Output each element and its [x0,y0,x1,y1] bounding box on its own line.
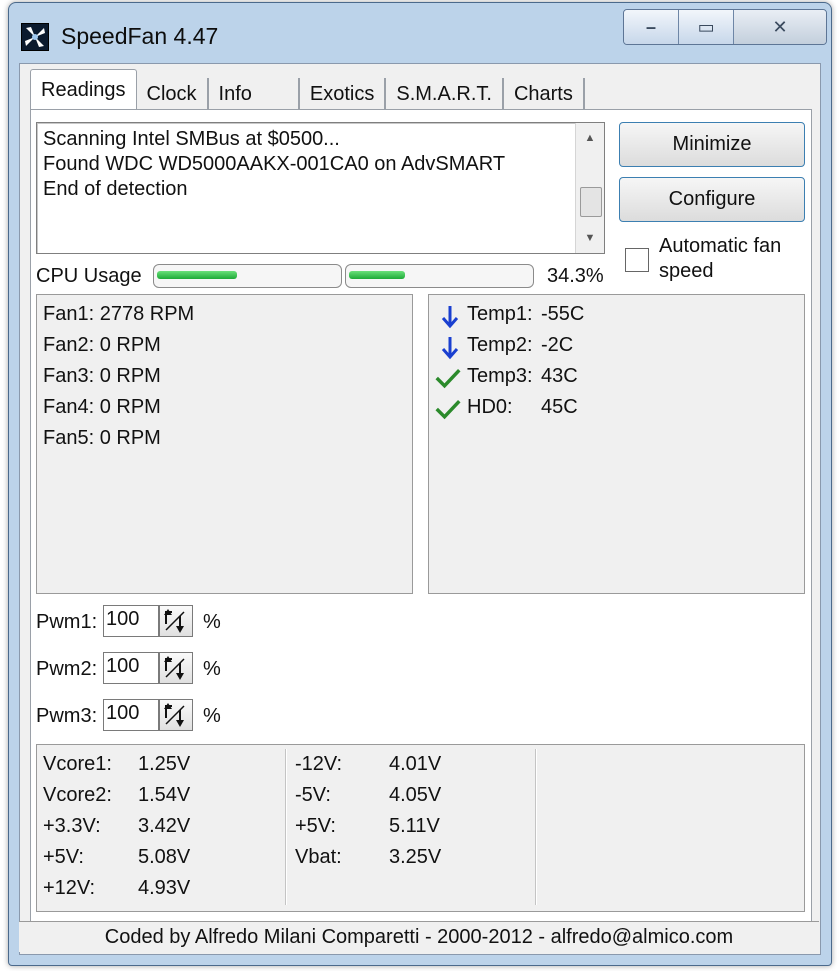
title-bar[interactable]: SpeedFan 4.47 – ▭ ✕ [9,3,831,63]
tab-readings[interactable]: Readings [30,69,137,110]
voltage-value: 4.93V [138,877,191,899]
temp-value: 45C [541,396,578,418]
temp-label: HD0: [467,396,513,418]
minimize-window-button[interactable]: – [624,10,680,44]
temp-value: -2C [541,334,574,356]
tab-exotics[interactable]: Exotics [300,78,387,110]
log-line: End of detection [43,178,188,200]
status-bar: Coded by Alfredo Milani Comparetti - 200… [19,921,819,952]
temp-label: Temp1: [467,303,533,325]
voltage-value: 4.05V [389,784,442,806]
scroll-down-icon[interactable]: ▼ [576,227,604,249]
log-lines: Scanning Intel SMBus at $0500... Found W… [43,127,505,202]
maximize-icon: ▭ [697,16,715,37]
voltage-name: Vcore1: [43,753,112,775]
scroll-up-icon[interactable]: ▲ [576,127,604,149]
speedfan-app-icon [21,23,49,51]
voltage-value: 4.01V [389,753,442,775]
voltage-name: +5V: [295,815,336,837]
arrow-down-icon [441,337,459,360]
pwm3-label: Pwm3: [36,705,98,727]
spin-arrows-icon [164,656,185,680]
window-title: SpeedFan 4.47 [61,23,219,49]
voltage-value: 3.42V [138,815,191,837]
voltage-value: 5.08V [138,846,191,868]
close-window-button[interactable]: ✕ [734,10,826,44]
fan-reading: Fan3: 0 RPM [43,365,161,387]
voltage-name: -5V: [295,784,331,806]
minimize-button[interactable]: Minimize [619,122,805,167]
cpu-core-bar [153,264,342,288]
cpu-core-bar-fill [157,271,237,279]
pwm1-label: Pwm1: [36,611,98,633]
voltage-value: 5.11V [389,815,440,837]
fans-group: Fan1: 2778 RPM Fan2: 0 RPM Fan3: 0 RPM F… [36,294,413,594]
pwm3-spinner[interactable] [159,699,193,731]
voltage-column-divider [535,749,537,905]
automatic-fan-speed-label-line1: Automatic fan [659,235,782,257]
pwm2-spinner[interactable] [159,652,193,684]
automatic-fan-speed-checkbox[interactable] [625,248,649,272]
pwm3-input[interactable]: 100 [103,699,159,731]
arrow-down-icon [441,306,459,329]
fan-reading: Fan2: 0 RPM [43,334,161,356]
voltage-name: +5V: [43,846,84,868]
log-line: Scanning Intel SMBus at $0500... [43,128,340,150]
pwm1-unit: % [203,611,221,633]
temp-label: Temp2: [467,334,533,356]
voltage-name: Vcore2: [43,784,112,806]
voltage-column-divider [285,749,287,905]
pwm2-unit: % [203,658,221,680]
cpu-core-bar-fill [349,271,405,279]
fan-reading: Fan4: 0 RPM [43,396,161,418]
detection-log[interactable]: Scanning Intel SMBus at $0500... Found W… [36,122,605,254]
voltage-value: 1.54V [138,784,191,806]
configure-button[interactable]: Configure [619,177,805,222]
pwm2-input[interactable]: 100 [103,652,159,684]
voltage-name: +12V: [43,877,96,899]
automatic-fan-speed-label-line2: speed [659,260,714,282]
tab-charts[interactable]: Charts [504,78,585,110]
scroll-thumb[interactable] [580,187,602,217]
voltage-name: -12V: [295,753,343,775]
temp-value: 43C [541,365,578,387]
caption-buttons: – ▭ ✕ [623,9,827,45]
tab-strip: Readings Clock Info Exotics S.M.A.R.T. C… [30,69,585,110]
temp-value: -55C [541,303,585,325]
voltages-group: Vcore1: 1.25V Vcore2: 1.54V +3.3V: 3.42V… [36,744,805,912]
cpu-core-bar [345,264,534,288]
close-icon: ✕ [772,16,788,37]
spin-arrows-icon [164,609,185,633]
client-area: Readings Clock Info Exotics S.M.A.R.T. C… [19,63,821,955]
maximize-window-button[interactable]: ▭ [679,10,735,44]
automatic-fan-speed-label: Automatic fan speed [659,234,781,284]
pwm2-label: Pwm2: [36,658,98,680]
voltage-value: 3.25V [389,846,442,868]
pwm1-input[interactable]: 100 [103,605,159,637]
pwm1-spinner[interactable] [159,605,193,637]
fan-reading: Fan1: 2778 RPM [43,303,195,325]
temp-label: Temp3: [467,365,533,387]
pwm3-unit: % [203,705,221,727]
tab-smart[interactable]: S.M.A.R.T. [386,78,504,110]
fan-reading: Fan5: 0 RPM [43,427,161,449]
temperatures-group: Temp1: -55C Temp2: -2C Temp3: 43C HD0: 4… [428,294,805,594]
voltage-value: 1.25V [138,753,191,775]
voltage-name: +3.3V: [43,815,101,837]
minimize-icon: – [646,16,657,37]
checkmark-icon [435,369,461,389]
voltage-name: Vbat: [295,846,342,868]
spin-arrows-icon [164,703,185,727]
speedfan-window: SpeedFan 4.47 – ▭ ✕ Readings Clock Info … [8,2,832,966]
tab-info[interactable]: Info [209,78,300,110]
credits-text: Coded by Alfredo Milani Comparetti - 200… [104,925,734,948]
log-scrollbar[interactable]: ▲ ▼ [575,123,604,253]
cpu-usage-percent: 34.3% [547,265,604,287]
cpu-usage-label: CPU Usage [36,265,142,287]
tab-clock[interactable]: Clock [137,78,209,110]
checkmark-icon [435,400,461,420]
log-line: Found WDC WD5000AAKX-001CA0 on AdvSMART [43,153,506,175]
